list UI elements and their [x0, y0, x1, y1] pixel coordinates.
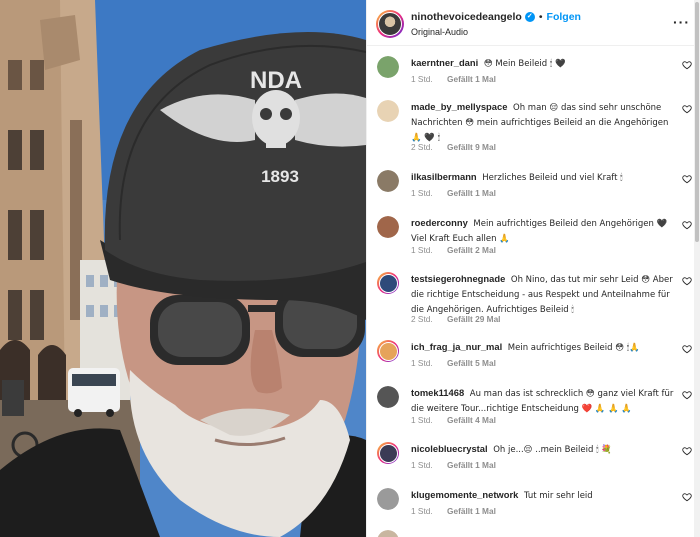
like-heart-icon[interactable] — [682, 492, 692, 502]
comments-scrollbar[interactable] — [694, 0, 700, 537]
commenter-avatar[interactable] — [377, 272, 399, 294]
comment-text: Tut mir sehr leid — [523, 491, 593, 501]
verified-badge-icon: ✓ — [524, 12, 535, 22]
comment-item: made_by_mellyspace Oh man 😔 das sind seh… — [367, 98, 700, 160]
comment-username[interactable]: kaerntner_dani — [411, 57, 478, 68]
like-heart-icon[interactable] — [682, 446, 692, 456]
comment-meta: 1 Std. Gefällt 1 Mal — [411, 506, 508, 516]
comment-username[interactable]: ich_frag_ja_nur_mal — [411, 341, 502, 352]
more-options-icon[interactable]: ··· — [673, 14, 690, 30]
post-media[interactable]: NDA 1893 — [0, 0, 366, 537]
comment-likes[interactable]: Gefällt 1 Mal — [447, 74, 496, 84]
comment-item: kaerntner_dani 😳 Mein Beileid 🕯 🖤 1 Std.… — [367, 54, 700, 100]
comment-item — [367, 530, 700, 537]
comment-likes[interactable]: Gefällt 2 Mal — [447, 245, 496, 255]
like-heart-icon[interactable] — [682, 60, 692, 70]
scrollbar-thumb[interactable] — [695, 2, 699, 242]
comment-text-block: nicolebluecrystal Oh je...😔 ..mein Beile… — [411, 442, 676, 457]
author-username[interactable]: ninothevoicedeangelo — [411, 11, 522, 23]
comment-age[interactable]: 1 Std. — [411, 74, 433, 84]
commenter-avatar[interactable] — [377, 100, 399, 122]
comments-list: kaerntner_dani 😳 Mein Beileid 🕯 🖤 1 Std.… — [367, 46, 700, 537]
comment-item: ilkasilbermann Herzliches Beileid und vi… — [367, 170, 700, 204]
comment-username[interactable]: ilkasilbermann — [411, 171, 477, 182]
comment-age[interactable]: 1 Std. — [411, 460, 433, 470]
comment-text-block: roederconny Mein aufrichtiges Beileid de… — [411, 216, 676, 246]
comment-meta: 1 Std. Gefällt 5 Mal — [411, 358, 508, 368]
comment-text: 😳 Mein Beileid 🕯 🖤 — [483, 59, 566, 69]
audio-label[interactable]: Original-Audio — [411, 27, 468, 37]
comment-text-block: klugemomente_network Tut mir sehr leid — [411, 488, 676, 503]
commenter-avatar[interactable] — [377, 442, 399, 464]
like-heart-icon[interactable] — [682, 220, 692, 230]
comment-age[interactable]: 1 Std. — [411, 415, 433, 425]
comment-meta: 1 Std. Gefällt 1 Mal — [411, 460, 508, 470]
comment-item: ich_frag_ja_nur_mal Mein aufrichtiges Be… — [367, 340, 700, 374]
like-heart-icon[interactable] — [682, 344, 692, 354]
comment-age[interactable]: 2 Std. — [411, 314, 433, 324]
comment-text-block: ilkasilbermann Herzliches Beileid und vi… — [411, 170, 676, 185]
commenter-avatar[interactable] — [377, 216, 399, 238]
comment-meta: 1 Std. Gefällt 1 Mal — [411, 74, 508, 84]
like-heart-icon[interactable] — [682, 104, 692, 114]
post-photo: NDA 1893 — [0, 0, 366, 537]
comment-item: testsiegerohnegnade Oh Nino, das tut mir… — [367, 270, 700, 330]
cap-logo-text: NDA — [250, 67, 302, 94]
author-avatar[interactable] — [376, 10, 404, 38]
comment-username[interactable]: tomek11468 — [411, 387, 464, 398]
comment-item: roederconny Mein aufrichtiges Beileid de… — [367, 214, 700, 262]
comment-username[interactable]: nicolebluecrystal — [411, 443, 488, 454]
commenter-avatar[interactable] — [377, 386, 399, 408]
comment-text: Oh je...😔 ..mein Beileid 🕯 💐 — [493, 445, 612, 455]
comment-age[interactable]: 1 Std. — [411, 358, 433, 368]
comment-likes[interactable]: Gefällt 5 Mal — [447, 358, 496, 368]
comment-likes[interactable]: Gefällt 1 Mal — [447, 506, 496, 516]
comment-username[interactable]: roederconny — [411, 217, 468, 228]
commenter-avatar[interactable] — [377, 56, 399, 78]
comment-text-block: tomek11468 Au man das ist schrecklich 😳 … — [411, 386, 676, 416]
comment-username[interactable]: made_by_mellyspace — [411, 101, 507, 112]
author-line: ninothevoicedeangelo ✓ • Folgen — [411, 11, 581, 23]
comment-text-block: ich_frag_ja_nur_mal Mein aufrichtiges Be… — [411, 340, 676, 355]
comment-text: Mein aufrichtiges Beileid 😳 🕯🙏 — [507, 343, 640, 353]
commenter-avatar[interactable] — [377, 170, 399, 192]
comment-likes[interactable]: Gefällt 9 Mal — [447, 142, 496, 152]
comment-meta: 2 Std. Gefällt 9 Mal — [411, 142, 508, 152]
comment-age[interactable]: 1 Std. — [411, 188, 433, 198]
like-heart-icon[interactable] — [682, 276, 692, 286]
follow-button[interactable]: Folgen — [547, 11, 581, 23]
comment-item: klugemomente_network Tut mir sehr leid 1… — [367, 488, 700, 522]
comment-meta: 1 Std. Gefällt 4 Mal — [411, 415, 508, 425]
post-sidebar: ninothevoicedeangelo ✓ • Folgen Original… — [366, 0, 700, 537]
comment-age[interactable]: 1 Std. — [411, 506, 433, 516]
comment-text: Herzliches Beileid und viel Kraft 🕯 — [482, 173, 623, 183]
comment-likes[interactable]: Gefällt 4 Mal — [447, 415, 496, 425]
comment-likes[interactable]: Gefällt 29 Mal — [447, 314, 501, 324]
comment-item: nicolebluecrystal Oh je...😔 ..mein Beile… — [367, 442, 700, 476]
comment-text-block: testsiegerohnegnade Oh Nino, das tut mir… — [411, 272, 676, 317]
like-heart-icon[interactable] — [682, 390, 692, 400]
comment-meta: 2 Std. Gefällt 29 Mal — [411, 314, 513, 324]
comment-item: tomek11468 Au man das ist schrecklich 😳 … — [367, 384, 700, 432]
comment-text-block: kaerntner_dani 😳 Mein Beileid 🕯 🖤 — [411, 56, 676, 71]
header-separator: • — [538, 11, 543, 23]
comment-text-block: made_by_mellyspace Oh man 😔 das sind seh… — [411, 100, 676, 145]
like-heart-icon[interactable] — [682, 174, 692, 184]
commenter-avatar[interactable] — [377, 530, 399, 537]
commenter-avatar[interactable] — [377, 488, 399, 510]
comment-meta: 1 Std. Gefällt 1 Mal — [411, 188, 508, 198]
post-header: ninothevoicedeangelo ✓ • Folgen Original… — [367, 0, 700, 46]
comment-age[interactable]: 2 Std. — [411, 142, 433, 152]
comment-likes[interactable]: Gefällt 1 Mal — [447, 188, 496, 198]
comment-likes[interactable]: Gefällt 1 Mal — [447, 460, 496, 470]
comment-age[interactable]: 1 Std. — [411, 245, 433, 255]
comment-username[interactable]: testsiegerohnegnade — [411, 273, 505, 284]
commenter-avatar[interactable] — [377, 340, 399, 362]
comment-meta: 1 Std. Gefällt 2 Mal — [411, 245, 508, 255]
comment-username[interactable]: klugemomente_network — [411, 489, 518, 500]
cap-year-text: 1893 — [261, 167, 299, 186]
